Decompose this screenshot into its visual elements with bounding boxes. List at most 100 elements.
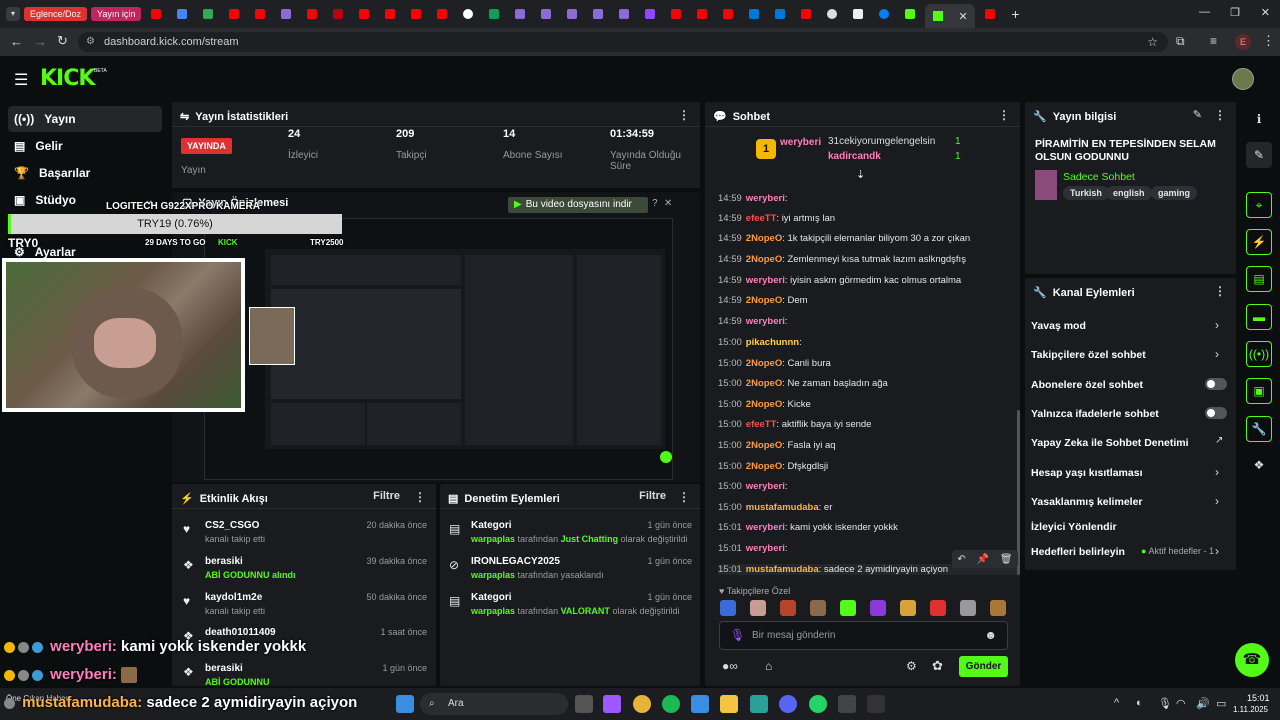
filter-button[interactable]: Filtre	[639, 490, 666, 502]
tab-group-chip[interactable]: Eglence/Doz	[24, 7, 88, 21]
tab-active[interactable]: ✕	[925, 4, 976, 28]
tab-feather-icon[interactable]	[561, 5, 583, 23]
action-emotes-only[interactable]: Yalnızca ifadelerle sohbet	[1031, 408, 1159, 420]
tab-youtube-icon[interactable]	[665, 5, 687, 23]
media-icon[interactable]: ≡	[1210, 34, 1217, 48]
emote-icon[interactable]	[750, 600, 766, 616]
back-icon[interactable]: ←	[10, 34, 23, 49]
app-icon[interactable]	[750, 695, 768, 713]
chat-username[interactable]: mustafamudaba	[746, 564, 819, 575]
clock-time[interactable]: 15:01	[1247, 693, 1270, 703]
nav-item-gelir[interactable]: ▤ Gelir	[8, 133, 162, 159]
tag-chip[interactable]: gaming	[1151, 186, 1198, 200]
terminal-icon[interactable]	[867, 695, 885, 713]
stream-preview-video[interactable]	[204, 218, 673, 480]
chat-message[interactable]: 14:59 2NopeO: Zemlenmeyi kısa tutmak lazı…	[718, 254, 1018, 265]
gifter-name[interactable]: 31cekiyorumgelengelsin	[828, 136, 935, 147]
chat-username[interactable]: 2NopeO	[746, 461, 782, 472]
tab-youtube-icon[interactable]	[717, 5, 739, 23]
tab-youtube-icon[interactable]	[379, 5, 401, 23]
reply-icon[interactable]: ↶	[957, 554, 965, 565]
tab-feather-icon[interactable]	[535, 5, 557, 23]
tab-sheets-icon[interactable]	[483, 5, 505, 23]
tab-close-icon[interactable]: ✕	[958, 10, 967, 23]
action-followers-only[interactable]: Takipçilere özel sohbet	[1031, 349, 1146, 361]
task-view-icon[interactable]	[575, 695, 593, 713]
new-tab-icon[interactable]: +	[1011, 6, 1019, 22]
notes-icon[interactable]: ▤	[1246, 266, 1272, 292]
wifi-icon[interactable]: ◠	[1176, 697, 1186, 710]
lightning-icon[interactable]: ⚡	[1246, 229, 1272, 255]
chat-message[interactable]: 14:59 efeeTT: iyi artmış lan	[718, 213, 1018, 224]
tab-messenger-icon[interactable]	[873, 5, 895, 23]
chat-message[interactable]: 15:00 mustafamudaba: er	[718, 502, 1018, 513]
emote-icon[interactable]	[810, 600, 826, 616]
chat-username[interactable]: 2NopeO	[746, 295, 782, 306]
chevron-right-icon[interactable]: ›	[1215, 318, 1219, 332]
tab-youtube-icon[interactable]	[691, 5, 713, 23]
moderation-icon[interactable]: ▣	[1246, 378, 1272, 404]
chevron-right-icon[interactable]: ›	[1215, 465, 1219, 479]
whatsapp-icon[interactable]	[809, 695, 827, 713]
store-app-icon[interactable]	[691, 695, 709, 713]
chevron-right-icon[interactable]: ›	[1215, 347, 1219, 361]
nav-item-yayin[interactable]: ((•)) Yayın	[8, 106, 162, 132]
send-button[interactable]: Gönder	[959, 656, 1008, 677]
filter-button[interactable]: Filtre	[373, 490, 400, 502]
clip-icon[interactable]: ⌖	[1246, 192, 1272, 218]
chat-message[interactable]: 14:59 weryberi:	[718, 316, 1018, 327]
chat-input[interactable]: 🎙 Bir mesaj gönderin ☻	[719, 621, 1008, 650]
store-icon[interactable]: ⌂	[765, 659, 772, 673]
delete-icon[interactable]: 🗑	[1000, 554, 1013, 565]
edit-icon[interactable]: ✎	[1193, 108, 1202, 121]
tab-youtube-icon[interactable]	[249, 5, 271, 23]
emoji-icon[interactable]: ☻	[984, 628, 997, 642]
chat-message[interactable]: 15:00 efeeTT: aktiflik baya iyi sende	[718, 419, 1018, 430]
chat-username[interactable]: 2NopeO	[746, 378, 782, 389]
emote-icon[interactable]	[870, 600, 886, 616]
download-tooltip[interactable]: ▶ Bu video dosyasını indir	[508, 197, 648, 213]
chat-message[interactable]: 14:59 weryberi:	[718, 193, 1018, 204]
chat-username[interactable]: weryberi	[746, 481, 785, 492]
chevron-right-icon[interactable]: ›	[1215, 544, 1219, 558]
chat-username[interactable]: weryberi	[746, 522, 785, 533]
tab-youtube-icon[interactable]	[223, 5, 245, 23]
more-options-icon[interactable]: ⋮	[678, 108, 690, 122]
action-account-age[interactable]: Hesap yaşı kısıtlaması	[1031, 467, 1143, 479]
chat-message[interactable]: 15:00 2NopeO: Kicke	[718, 399, 1018, 410]
tab-feather-icon[interactable]	[613, 5, 635, 23]
kick-points-icon[interactable]: ●∞	[722, 659, 738, 673]
chat-message[interactable]: 15:00 pikachunnn:	[718, 337, 1018, 348]
chat-username[interactable]: pikachunnn	[746, 337, 799, 348]
tab-feather-icon[interactable]	[509, 5, 531, 23]
tooltip-close-icon[interactable]: ✕	[664, 198, 672, 209]
emote-icon[interactable]	[960, 600, 976, 616]
tab-azure-icon[interactable]	[769, 5, 791, 23]
chat-username[interactable]: efeeTT	[746, 419, 777, 430]
window-close-icon[interactable]: ✕	[1261, 6, 1270, 19]
tab-kick-icon[interactable]	[899, 5, 921, 23]
subscribers-only-toggle[interactable]	[1205, 378, 1227, 390]
url-field[interactable]: ⚙ dashboard.kick.com/stream ☆	[78, 32, 1168, 52]
chat-username[interactable]: weryberi	[746, 275, 785, 286]
chat-username[interactable]: weryberi	[746, 316, 785, 327]
action-banned-words[interactable]: Yasaklanmış kelimeler	[1031, 496, 1143, 508]
category-name[interactable]: Sadece Sohbet	[1063, 171, 1135, 183]
kick-logo[interactable]: KICK	[40, 66, 95, 91]
emote-icon[interactable]	[840, 600, 856, 616]
copilot-icon[interactable]	[603, 695, 621, 713]
chat-username[interactable]: 2NopeO	[746, 399, 782, 410]
tab-youtube-icon[interactable]	[301, 5, 323, 23]
windows-start-icon[interactable]	[396, 695, 414, 713]
profile-avatar-icon[interactable]: E	[1235, 34, 1251, 50]
reload-icon[interactable]: ↻	[57, 33, 68, 49]
collapse-icon[interactable]: ⇣	[856, 168, 865, 181]
discord-icon[interactable]	[779, 695, 797, 713]
chat-emote-picker-icon[interactable]: ✿	[932, 658, 943, 674]
chat-settings-icon[interactable]: ⚙	[906, 659, 917, 673]
tab-youtube-icon[interactable]	[405, 5, 427, 23]
chat-message[interactable]: 14:59 2NopeO: Dem	[718, 295, 1018, 306]
tab-notion-icon[interactable]	[847, 5, 869, 23]
file-explorer-icon[interactable]	[720, 695, 738, 713]
site-info-icon[interactable]: ⚙	[86, 32, 95, 52]
